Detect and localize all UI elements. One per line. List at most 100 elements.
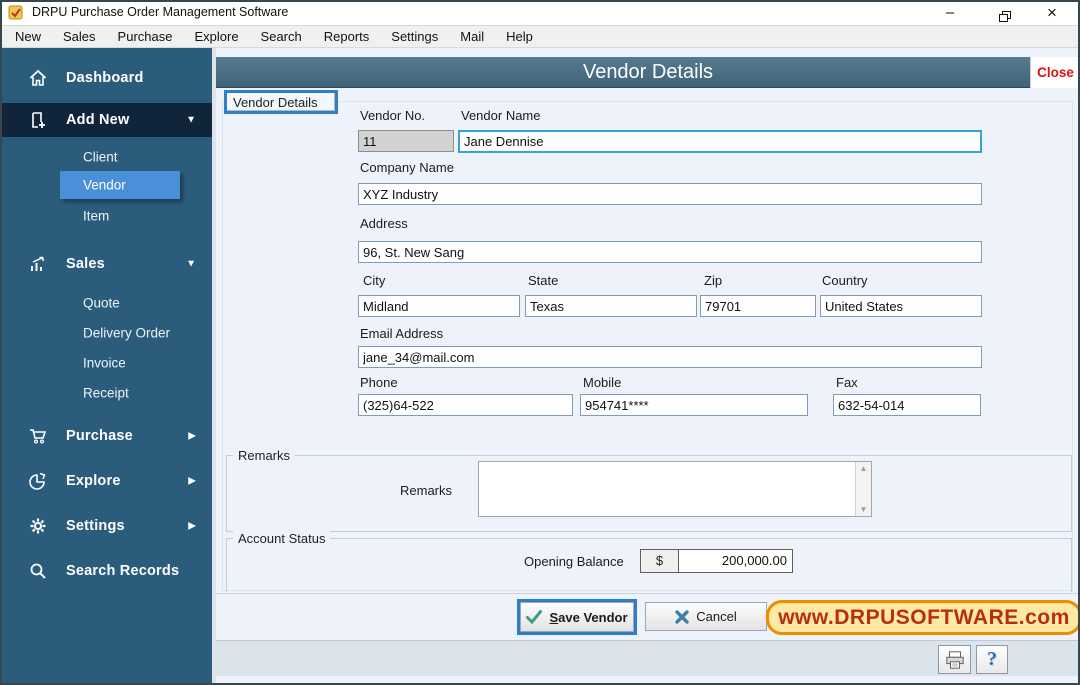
city-label: City: [363, 273, 386, 288]
remarks-group-label: Remarks: [233, 448, 296, 463]
app-window: DRPU Purchase Order Management Software …: [0, 0, 1080, 685]
menu-item-reports[interactable]: Reports: [313, 27, 381, 46]
close-window-icon[interactable]: ×: [1032, 0, 1072, 26]
printer-icon: [945, 650, 964, 669]
save-vendor-label: Save Vendor: [549, 609, 628, 625]
sidebar-label-search-records: Search Records: [66, 563, 180, 579]
opening-balance-value[interactable]: 200,000.00: [679, 550, 792, 572]
sidebar-label-purchase: Purchase: [66, 428, 133, 444]
page-title: Vendor Details: [216, 57, 1080, 88]
zip-field[interactable]: [700, 295, 816, 317]
sidebar-label-dashboard: Dashboard: [66, 70, 144, 86]
menu-item-settings[interactable]: Settings: [380, 27, 449, 46]
country-label: Country: [822, 273, 868, 288]
fax-field[interactable]: [833, 394, 981, 416]
sidebar-label-add-new: Add New: [66, 112, 130, 128]
menu-item-mail[interactable]: Mail: [449, 27, 495, 46]
sidebar-item-dashboard[interactable]: Dashboard: [0, 62, 212, 94]
menu-item-explore[interactable]: Explore: [183, 27, 249, 46]
shopping-cart-icon: [30, 429, 47, 444]
vendor-no-field: [358, 130, 454, 152]
email-label: Email Address: [360, 326, 444, 341]
menu-item-search[interactable]: Search: [250, 27, 313, 46]
sidebar-item-sales[interactable]: Sales ▼: [0, 248, 212, 280]
title-bar: DRPU Purchase Order Management Software …: [0, 0, 1080, 26]
bottom-strip: [216, 676, 1080, 685]
scroll-down-icon[interactable]: ▼: [860, 505, 868, 514]
sidebar-item-add-new[interactable]: Add New ▼: [0, 103, 212, 137]
company-name-field[interactable]: [358, 183, 982, 205]
remarks-textarea[interactable]: [479, 462, 854, 516]
sidebar-label-sales: Sales: [66, 256, 105, 272]
close-button[interactable]: Close: [1030, 57, 1080, 88]
email-field[interactable]: [358, 346, 982, 368]
sidebar-item-delivery-order[interactable]: Delivery Order: [0, 320, 212, 346]
remarks-field-label: Remarks: [400, 483, 453, 498]
sidebar-item-client[interactable]: Client: [0, 144, 212, 170]
sidebar-label-client: Client: [83, 149, 118, 165]
watermark-banner: www.DRPUSOFTWARE.com: [766, 600, 1080, 635]
sidebar-item-purchase[interactable]: Purchase ▶: [0, 420, 212, 452]
sidebar-label-vendor: Vendor: [83, 177, 126, 193]
currency-symbol: $: [641, 550, 679, 572]
check-icon: [526, 610, 543, 624]
window-title: DRPU Purchase Order Management Software: [32, 5, 289, 19]
cancel-button[interactable]: Cancel: [645, 602, 767, 631]
chevron-right-icon: ▶: [188, 430, 196, 442]
address-field[interactable]: [358, 241, 982, 263]
zip-label: Zip: [704, 273, 723, 288]
address-label: Address: [360, 216, 408, 231]
company-name-label: Company Name: [360, 160, 454, 175]
cancel-label: Cancel: [696, 609, 737, 624]
scroll-up-icon[interactable]: ▲: [860, 464, 868, 473]
sidebar-item-invoice[interactable]: Invoice: [0, 350, 212, 376]
city-field[interactable]: [358, 295, 520, 317]
tab-vendor-details[interactable]: Vendor Details: [224, 90, 338, 114]
menu-item-help[interactable]: Help: [495, 27, 544, 46]
sidebar-item-explore[interactable]: Explore ▶: [0, 465, 212, 497]
sidebar-label-explore: Explore: [66, 473, 121, 489]
country-field[interactable]: [820, 295, 982, 317]
vendor-name-field[interactable]: [458, 130, 982, 153]
chevron-down-icon: ▼: [186, 258, 196, 270]
sidebar-item-receipt[interactable]: Receipt: [0, 380, 212, 406]
minimize-icon[interactable]: –: [930, 0, 970, 26]
sidebar-label-settings: Settings: [66, 518, 125, 534]
tab-vendor-details-label: Vendor Details: [227, 93, 335, 111]
save-vendor-button[interactable]: Save Vendor: [520, 602, 634, 632]
app-icon: [8, 5, 23, 20]
sidebar-item-item[interactable]: Item: [0, 203, 212, 229]
help-button[interactable]: ?: [976, 645, 1008, 674]
button-row-separator: [216, 593, 1080, 594]
phone-field[interactable]: [358, 394, 573, 416]
chevron-down-icon: ▼: [186, 114, 196, 126]
phone-label: Phone: [360, 375, 398, 390]
sidebar-label-item: Item: [83, 208, 110, 224]
sidebar-label-quote: Quote: [83, 295, 120, 311]
sidebar-label-delivery-order: Delivery Order: [83, 325, 171, 341]
sidebar-item-search-records[interactable]: Search Records: [0, 555, 212, 587]
opening-balance-control: $ 200,000.00: [640, 549, 793, 573]
sidebar-item-settings[interactable]: Settings ▶: [0, 510, 212, 542]
sidebar-label-invoice: Invoice: [83, 355, 126, 371]
chevron-right-icon: ▶: [188, 475, 196, 487]
restore-icon[interactable]: [985, 0, 1025, 26]
menu-item-sales[interactable]: Sales: [52, 27, 107, 46]
menu-item-purchase[interactable]: Purchase: [107, 27, 184, 46]
state-field[interactable]: [525, 295, 697, 317]
sidebar-item-quote[interactable]: Quote: [0, 290, 212, 316]
gear-icon: [30, 518, 46, 534]
sidebar-label-receipt: Receipt: [83, 385, 129, 401]
remarks-scrollbar[interactable]: ▲ ▼: [855, 462, 871, 516]
search-icon: [30, 563, 46, 579]
sidebar-item-vendor[interactable]: Vendor: [60, 171, 180, 199]
print-button[interactable]: [938, 645, 971, 674]
x-icon: [675, 609, 689, 624]
vendor-name-label: Vendor Name: [461, 108, 541, 123]
main-panel: Vendor Details Close Vendor Details Vend…: [216, 48, 1080, 685]
pie-chart-icon: [29, 472, 46, 490]
add-document-icon: [32, 112, 45, 128]
opening-balance-label: Opening Balance: [524, 554, 624, 569]
menu-item-new[interactable]: New: [4, 27, 52, 46]
mobile-field[interactable]: [580, 394, 808, 416]
